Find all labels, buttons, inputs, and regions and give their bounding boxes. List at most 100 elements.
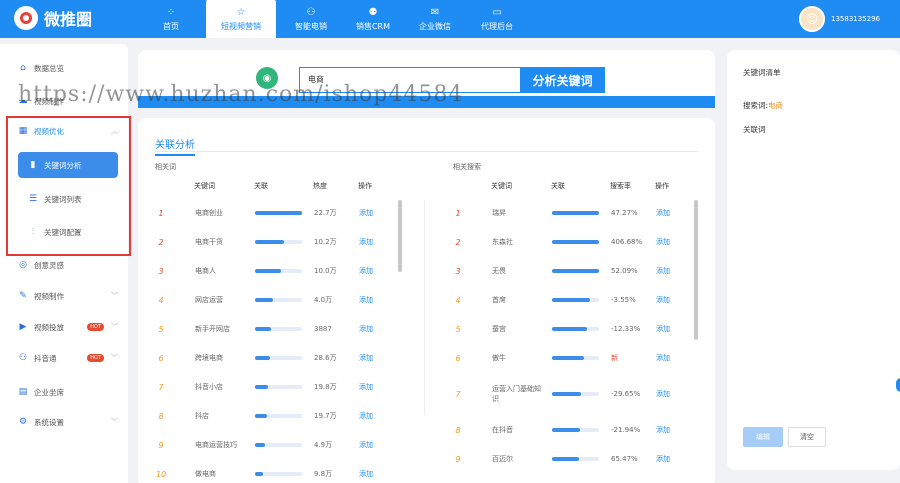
keyword-cell: 网店运营 [195,296,223,304]
sidebar-item-video-make[interactable]: ✎ 视频制作 ﹀ [18,287,118,305]
table-row: 9 百迈尔 65.47% 添加 [453,446,670,472]
table-row: 3 无畏 52.09% 添加 [453,258,670,284]
table-row: 7 抖音小店 19.8万 添加 [156,374,373,400]
sidebar-item-label: 系统设置 [34,417,64,427]
rank-number: 2 [158,237,164,247]
relevance-bar [255,414,302,418]
add-link[interactable]: 添加 [359,266,373,276]
relevance-bar [255,269,302,273]
brand-logo[interactable]: 微推圈 [14,6,92,30]
hot-badge: HOT [87,323,104,331]
add-link[interactable]: 添加 [359,411,373,421]
logo-icon [14,6,38,30]
add-link[interactable]: 添加 [359,440,373,450]
metric-cell: 10.2万 [314,238,337,246]
relevance-bar [255,443,302,447]
relevance-bar [255,211,302,215]
chevron-down-icon: ﹀ [111,418,118,426]
metric-cell: 22.7万 [314,209,337,217]
add-link[interactable]: 添加 [656,266,670,276]
rank-number: 4 [158,295,164,305]
relevance-bar [552,392,599,397]
metric-cell: 28.6万 [314,354,337,362]
nav-short-video[interactable]: ☆ 短视频营销 [206,0,276,38]
sidebar-item-settings[interactable]: ⚙ 系统设置 ﹀ [18,413,118,431]
chevron-down-icon: ﹀ [111,354,118,362]
nav-home[interactable]: ⁘ 首页 [140,0,202,38]
keyword-cell: 百迈尔 [492,455,513,464]
table-row: 3 电商人 10.0万 添加 [156,258,373,284]
add-link[interactable]: 添加 [359,353,373,363]
add-link[interactable]: 添加 [359,237,373,247]
nav-label: 首页 [163,21,179,31]
add-link[interactable]: 添加 [656,295,670,305]
rank-number: 1 [455,208,461,218]
add-link[interactable]: 添加 [656,454,670,464]
rank-number: 9 [158,440,164,450]
metric-cell: -29.65% [611,390,641,399]
play-icon: ▶ [19,322,27,332]
relevance-bar [255,240,302,244]
search-term-label: 搜索词: [743,101,769,110]
right-table-label: 相关搜索 [453,163,481,171]
sidebar-item-overview[interactable]: ⌂ 数据总览 [18,59,118,77]
watermark: https://www.huzhan.com/ishop44584 [18,82,464,107]
nav-wecom[interactable]: ✉ 企业微信 [404,0,466,38]
add-link[interactable]: 添加 [656,324,670,334]
rank-number: 3 [455,266,461,276]
rank-number: 6 [455,353,461,363]
chevron-down-icon: ﹀ [111,323,118,331]
table-row: 7 运营入门基础知识 -29.65% 添加 [453,374,670,414]
table-row: 1 电商创业 22.7万 添加 [156,200,373,226]
avatar[interactable]: ☺ [799,6,825,32]
keyword-cell: 电商人 [195,267,216,275]
sidebar-item-douyin[interactable]: ⚇ 抖音通 HOT ﹀ [18,349,118,367]
metric-cell: 52.09% [611,267,638,275]
nav-smart-call[interactable]: ⚇ 智能电销 [280,0,342,38]
nav-crm[interactable]: ⚉ 销售CRM [342,0,404,38]
sidebar-item-enterprise-seats[interactable]: ▤ 企业坐席 [18,383,118,401]
metric-cell: -3.55% [611,296,636,304]
add-link[interactable]: 添加 [359,469,373,479]
metric-cell: 406.68% [611,238,643,246]
sidebar-item-label: 抖音通 [34,353,57,363]
right-scrollbar[interactable] [694,200,698,340]
add-link[interactable]: 添加 [359,324,373,334]
analyze-keyword-button[interactable]: 分析关键词 [520,67,605,93]
keyword-cell: 电商干货 [195,238,223,246]
add-link[interactable]: 添加 [359,382,373,392]
sidebar-item-video-ads[interactable]: ▶ 视频投放 HOT ﹀ [18,318,118,336]
table-row: 2 东森社 406.68% 添加 [453,229,670,255]
add-link[interactable]: 添加 [656,353,670,363]
add-link[interactable]: 添加 [656,389,670,399]
user-menu[interactable]: ☺ 13583135296 [799,6,880,32]
table-row: 5 蚕宫 -12.33% 添加 [453,316,670,342]
add-link[interactable]: 添加 [656,425,670,435]
clear-button[interactable]: 清空 [788,427,826,447]
rank-number: 10 [156,469,167,479]
rank-number: 1 [158,208,164,218]
add-link[interactable]: 添加 [656,237,670,247]
top-navbar: 微推圈 ⁘ 首页 ☆ 短视频营销 ⚇ 智能电销 ⚉ 销售CRM ✉ 企业微信 ▭… [0,0,900,38]
add-link[interactable]: 添加 [359,208,373,218]
brand-name: 微推圈 [44,10,93,29]
keyword-cell: 无畏 [492,267,506,275]
add-link[interactable]: 添加 [359,295,373,305]
edit-button[interactable]: 编辑 [743,427,783,447]
table-row: 5 新手开网店 3887 添加 [156,316,373,342]
keyword-cell: 蚕宫 [492,325,506,333]
rank-number: 5 [158,324,164,334]
nav-agent[interactable]: ▭ 代理后台 [466,0,528,38]
sidebar-item-inspiration[interactable]: ◎ 创意灵感 [18,256,118,274]
left-scrollbar[interactable] [398,200,402,272]
floating-help-tab[interactable] [896,378,900,392]
grid-icon: ⁘ [166,6,176,18]
rank-number: 7 [158,382,164,392]
col-header: 搜索率 [610,182,631,190]
rank-number: 5 [455,324,461,334]
column-divider [424,200,425,415]
relevance-bar [552,240,599,244]
relevance-bar [552,356,599,360]
add-link[interactable]: 添加 [656,208,670,218]
gear-icon: ⚙ [18,417,28,427]
